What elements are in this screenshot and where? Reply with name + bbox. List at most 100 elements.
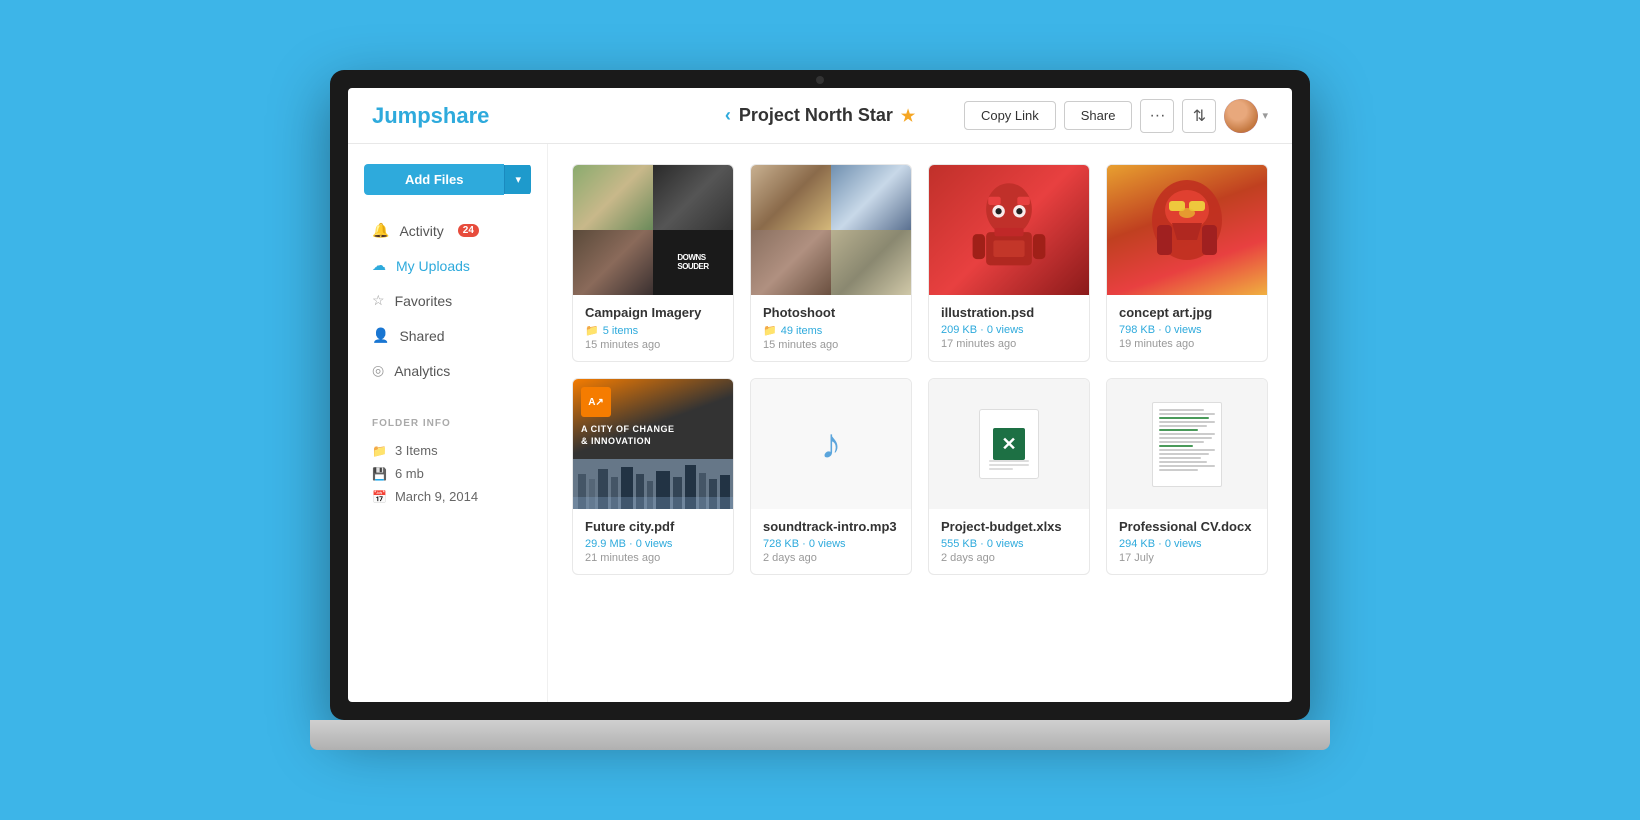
file-info-campaign-imagery: Campaign Imagery 📁 5 items 15 minutes ag… [573,295,733,361]
add-files-button[interactable]: Add Files [364,164,504,195]
cloud-icon: ☁ [372,257,386,274]
file-card-campaign-imagery[interactable]: DOWNSSOUDER Campaign Imagery 📁 5 items 1… [572,164,734,362]
analytics-icon: ◎ [372,362,384,379]
sort-button[interactable]: ⇅ [1182,99,1216,133]
laptop-body: Jumpshare ‹ Project North Star ★ Copy Li… [330,70,1310,720]
favorite-star-icon[interactable]: ★ [901,106,915,126]
excel-x-icon: ✕ [993,428,1025,460]
file-date: 21 minutes ago [585,552,721,564]
thumbnail-docx [1107,379,1267,509]
file-name: Professional CV.docx [1119,519,1255,534]
chevron-down-icon: ▾ [1262,109,1268,122]
folder-icon: 📁 [372,444,387,458]
app-body: Add Files ▾ 🔔 Activity 24 ☁ My Uploads ☆ [348,144,1292,702]
sort-icon: ⇅ [1193,106,1206,126]
sidebar: Add Files ▾ 🔔 Activity 24 ☁ My Uploads ☆ [348,144,548,702]
excel-icon: ✕ [979,409,1039,479]
thumbnail-concept-art [1107,165,1267,295]
file-card-mp3[interactable]: ♪ soundtrack-intro.mp3 728 KB · 0 views … [750,378,912,575]
add-files-btn-group: Add Files ▾ [364,164,531,195]
sidebar-item-activity[interactable]: 🔔 Activity 24 [364,215,531,246]
file-info-photoshoot: Photoshoot 📁 49 items 15 minutes ago [751,295,911,361]
add-files-dropdown-button[interactable]: ▾ [504,165,531,194]
music-note-icon: ♪ [821,420,842,468]
shared-icon: 👤 [372,327,389,344]
disk-icon: 💾 [372,467,387,481]
thumbnail-photoshoot [751,165,911,295]
thumbnail-xlsx: ✕ [929,379,1089,509]
laptop-camera [816,76,824,84]
share-button[interactable]: Share [1064,101,1133,130]
laptop-base [310,720,1330,750]
avatar [1224,99,1258,133]
activity-badge: 24 [458,224,479,237]
folder-title: Project North Star [739,105,893,126]
file-meta: 294 KB · 0 views [1119,538,1255,550]
pdf-logo-icon: A↗ [581,387,611,417]
more-icon: ··· [1149,107,1165,125]
laptop-screen: Jumpshare ‹ Project North Star ★ Copy Li… [348,88,1292,702]
sidebar-label-my-uploads: My Uploads [396,258,470,274]
app-logo: Jumpshare [372,103,489,129]
file-name: concept art.jpg [1119,305,1255,320]
folder-icon-small: 📁 [763,324,777,337]
file-card-photoshoot[interactable]: Photoshoot 📁 49 items 15 minutes ago [750,164,912,362]
file-grid: DOWNSSOUDER Campaign Imagery 📁 5 items 1… [572,164,1268,575]
file-info-docx: Professional CV.docx 294 KB · 0 views 17… [1107,509,1267,574]
file-card-future-city-pdf[interactable]: A↗ A CITY OF CHANGE& INNOVATION [572,378,734,575]
main-content: DOWNSSOUDER Campaign Imagery 📁 5 items 1… [548,144,1292,702]
bell-icon: 🔔 [372,222,389,239]
file-name: Photoshoot [763,305,899,320]
folder-info-title: FOLDER INFO [364,418,531,429]
header-actions: Copy Link Share ··· ⇅ ▾ [964,99,1268,133]
user-avatar-button[interactable]: ▾ [1224,99,1268,133]
more-options-button[interactable]: ··· [1140,99,1174,133]
file-meta: 29.9 MB · 0 views [585,538,721,550]
folder-icon-small: 📁 [585,324,599,337]
sidebar-label-shared: Shared [399,328,444,344]
sidebar-item-analytics[interactable]: ◎ Analytics [364,355,531,386]
doc-page-icon [1152,402,1222,487]
thumbnail-mp3: ♪ [751,379,911,509]
file-card-docx[interactable]: Professional CV.docx 294 KB · 0 views 17… [1106,378,1268,575]
file-card-concept-art[interactable]: concept art.jpg 798 KB · 0 views 19 minu… [1106,164,1268,362]
file-date: 19 minutes ago [1119,338,1255,350]
file-name: illustration.psd [941,305,1077,320]
file-card-illustration-psd[interactable]: illustration.psd 209 KB · 0 views 17 min… [928,164,1090,362]
thumbnail-pdf: A↗ A CITY OF CHANGE& INNOVATION [573,379,733,509]
copy-link-button[interactable]: Copy Link [964,101,1056,130]
file-date: 17 July [1119,552,1255,564]
file-date: 2 days ago [763,552,899,564]
file-meta: 555 KB · 0 views [941,538,1077,550]
folder-items-count: 📁 3 Items [364,439,531,462]
file-date: 2 days ago [941,552,1077,564]
folder-info-section: FOLDER INFO 📁 3 Items 💾 6 mb 📅 March 9, … [364,406,531,508]
calendar-icon: 📅 [372,490,387,504]
file-name: Project-budget.xlxs [941,519,1077,534]
file-card-xlsx[interactable]: ✕ Proje [928,378,1090,575]
file-meta: 📁 5 items [585,324,721,337]
file-date: 15 minutes ago [585,339,721,351]
sidebar-label-favorites: Favorites [395,293,453,309]
file-name: soundtrack-intro.mp3 [763,519,899,534]
pdf-title-text: A CITY OF CHANGE& INNOVATION [581,424,725,447]
app-header: Jumpshare ‹ Project North Star ★ Copy Li… [348,88,1292,144]
file-name: Future city.pdf [585,519,721,534]
thumbnail-campaign-imagery: DOWNSSOUDER [573,165,733,295]
header-center: ‹ Project North Star ★ [725,105,915,126]
folder-size: 💾 6 mb [364,462,531,485]
file-meta: 798 KB · 0 views [1119,324,1255,336]
file-date: 15 minutes ago [763,339,899,351]
file-info-mp3: soundtrack-intro.mp3 728 KB · 0 views 2 … [751,509,911,574]
sidebar-item-my-uploads[interactable]: ☁ My Uploads [364,250,531,281]
sidebar-label-activity: Activity [399,223,443,239]
sidebar-item-favorites[interactable]: ☆ Favorites [364,285,531,316]
file-info-concept-art: concept art.jpg 798 KB · 0 views 19 minu… [1107,295,1267,360]
file-info-illustration: illustration.psd 209 KB · 0 views 17 min… [929,295,1089,360]
file-meta: 209 KB · 0 views [941,324,1077,336]
star-icon: ☆ [372,292,385,309]
sidebar-label-analytics: Analytics [394,363,450,379]
back-button[interactable]: ‹ [725,105,731,126]
file-date: 17 minutes ago [941,338,1077,350]
sidebar-item-shared[interactable]: 👤 Shared [364,320,531,351]
